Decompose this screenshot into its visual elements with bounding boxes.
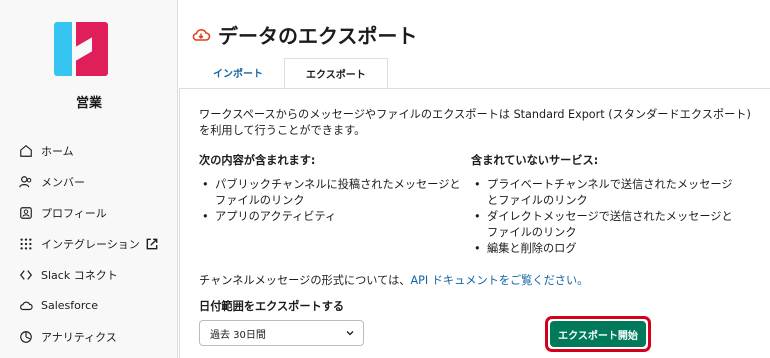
date-range-value: 過去 30日間 — [210, 329, 266, 341]
members-icon — [18, 174, 34, 190]
sidebar-item-label: インテグレーション — [41, 237, 140, 251]
channel-note-text: チャンネルメッセージの形式については、 — [199, 274, 411, 287]
date-range-label: 日付範囲をエクスポートする — [199, 300, 345, 313]
workspace-name: 営業 — [75, 96, 102, 111]
integrations-icon — [18, 236, 34, 252]
sidebar-item-label: ホーム — [41, 144, 74, 158]
excluded-list: プライベートチャンネルで送信されたメッセージとファイルのリンク ダイレクトメッセ… — [471, 177, 743, 257]
sidebar-nav: ホーム メンバー プロフィール インテグレーション Slack コネクト Sal… — [18, 135, 159, 352]
cloud-icon — [18, 298, 34, 314]
export-button-highlight: エクスポート開始 — [545, 316, 651, 352]
tab-export[interactable]: エクスポート — [284, 58, 388, 89]
sidebar-item-label: Salesforce — [41, 299, 98, 312]
list-item: パブリックチャンネルに投稿されたメッセージとファイルのリンク — [199, 177, 471, 209]
main-content: データのエクスポート インポート エクスポート ワークスペースからのメッセージや… — [179, 0, 770, 358]
sidebar-item-home[interactable]: ホーム — [18, 135, 159, 166]
chevron-down-icon — [346, 331, 354, 336]
sidebar-item-integrations[interactable]: インテグレーション — [18, 228, 159, 259]
page-title: データのエクスポート — [218, 24, 418, 48]
start-export-button[interactable]: エクスポート開始 — [550, 321, 646, 347]
home-icon — [18, 143, 34, 159]
export-cloud-icon — [192, 28, 211, 41]
included-list: パブリックチャンネルに投稿されたメッセージとファイルのリンク アプリのアクティビ… — [199, 177, 471, 225]
date-range-select[interactable]: 過去 30日間 — [199, 320, 364, 346]
sidebar: 営業 ホーム メンバー プロフィール インテグレーション Slack コネクト … — [0, 0, 178, 358]
panel-border — [179, 88, 180, 358]
list-item: プライベートチャンネルで送信されたメッセージとファイルのリンク — [471, 177, 743, 209]
tab-divider — [179, 88, 770, 89]
external-link-icon — [146, 238, 158, 249]
sidebar-item-profile[interactable]: プロフィール — [18, 197, 159, 228]
sidebar-item-label: アナリティクス — [41, 330, 117, 344]
intro-text: ワークスペースからのメッセージやファイルのエクスポートは Standard Ex… — [199, 108, 751, 137]
slack-connect-icon — [18, 267, 34, 283]
included-heading: 次の内容が含まれます: — [199, 154, 316, 167]
sidebar-item-label: メンバー — [41, 175, 85, 189]
sidebar-item-label: Slack コネクト — [41, 268, 118, 282]
api-docs-link[interactable]: API ドキュメントをご覧ください。 — [410, 274, 588, 287]
list-item: アプリのアクティビティ — [199, 209, 471, 225]
channel-note: チャンネルメッセージの形式については、API ドキュメントをご覧ください。 — [199, 272, 588, 288]
sidebar-item-analytics[interactable]: アナリティクス — [18, 321, 159, 352]
list-item: ダイレクトメッセージで送信されたメッセージとファイルのリンク — [471, 209, 743, 241]
export-description: ワークスペースからのメッセージやファイルのエクスポートは Standard Ex… — [199, 107, 755, 257]
sidebar-item-members[interactable]: メンバー — [18, 166, 159, 197]
excluded-heading: 含まれていないサービス: — [471, 154, 599, 167]
tab-import[interactable]: インポート — [192, 57, 284, 88]
list-item: 編集と削除のログ — [471, 241, 743, 257]
excluded-section: 含まれていないサービス: プライベートチャンネルで送信されたメッセージとファイル… — [471, 153, 743, 257]
tab-bar: インポート エクスポート — [192, 57, 388, 89]
analytics-icon — [18, 329, 34, 345]
workspace-logo — [54, 22, 108, 76]
content-columns: 次の内容が含まれます: パブリックチャンネルに投稿されたメッセージとファイルのリ… — [199, 153, 755, 257]
page-header: データのエクスポート — [191, 20, 417, 49]
profile-icon — [18, 205, 34, 221]
sidebar-item-salesforce[interactable]: Salesforce — [18, 290, 159, 321]
sidebar-item-slack-connect[interactable]: Slack コネクト — [18, 259, 159, 290]
sidebar-item-label: プロフィール — [41, 206, 107, 220]
included-section: 次の内容が含まれます: パブリックチャンネルに投稿されたメッセージとファイルのリ… — [199, 153, 471, 257]
